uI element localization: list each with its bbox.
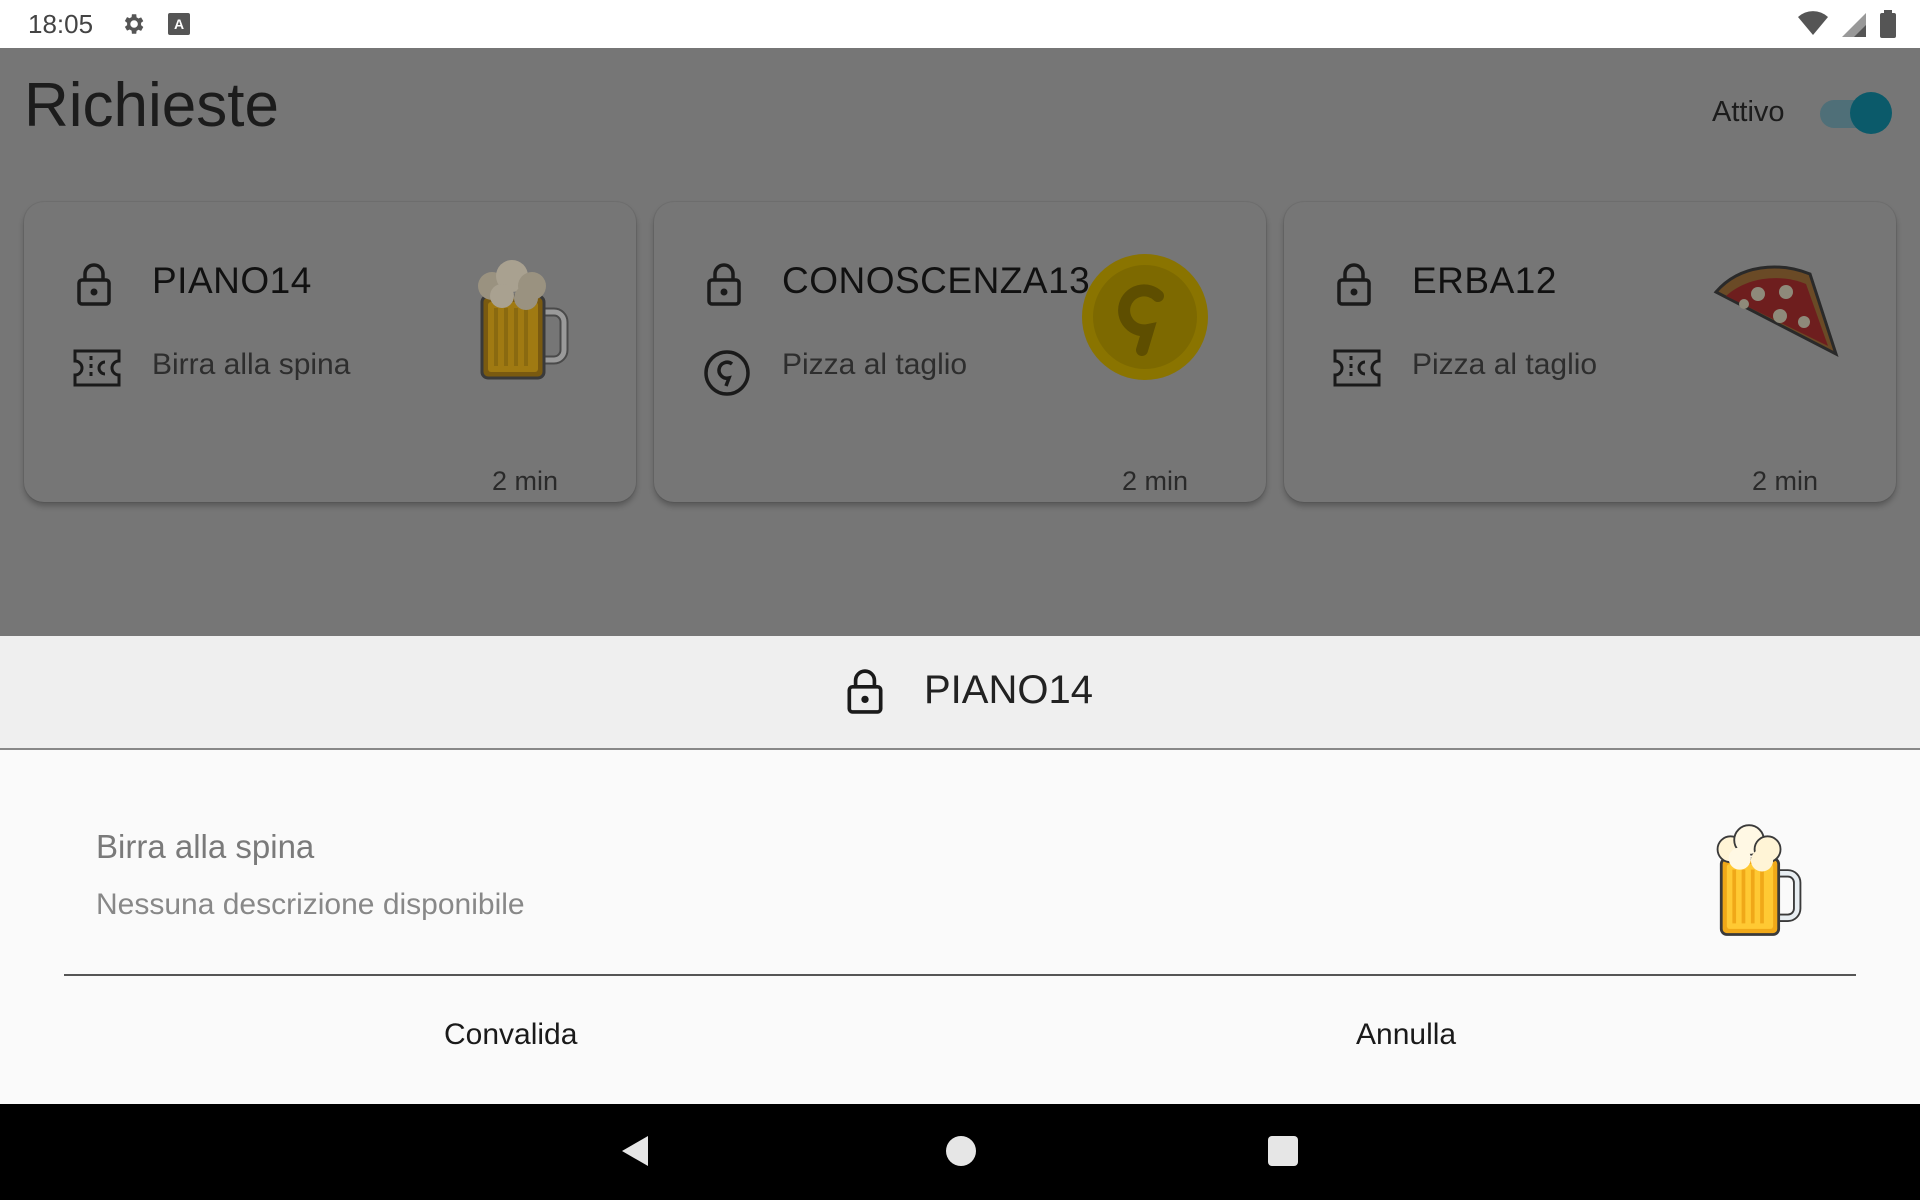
gold-coin-image xyxy=(1082,254,1208,380)
a-notification-icon: A xyxy=(168,13,190,35)
home-icon[interactable] xyxy=(946,1136,976,1166)
request-product: Pizza al taglio xyxy=(782,348,968,381)
signal-icon xyxy=(1842,13,1866,37)
beer-mug-image xyxy=(478,260,569,380)
request-time: 2 min xyxy=(1121,466,1188,496)
request-card[interactable]: PIANO14 Birra alla spina 2 min xyxy=(24,202,636,502)
ticket-icon xyxy=(1333,349,1381,387)
confirm-button[interactable]: Convalida xyxy=(424,1010,597,1060)
detail-sheet: Birra alla spina Nessuna descrizione dis… xyxy=(0,750,1920,1104)
ticket-icon xyxy=(73,349,121,387)
request-product: Pizza al taglio xyxy=(1412,348,1598,381)
lock-icon xyxy=(77,263,111,306)
status-bar: 18:05 A xyxy=(0,0,1920,48)
request-code: CONOSCENZA13 xyxy=(782,260,1091,301)
request-card[interactable]: ERBA12 Pizza al taglio 2 min xyxy=(1284,202,1896,502)
active-toggle-label: Attivo xyxy=(1712,96,1785,128)
page-title: Richieste xyxy=(24,71,279,140)
request-card[interactable]: CONOSCENZA13 Pizza al taglio 2 min xyxy=(654,202,1266,502)
system-nav-bar xyxy=(0,1104,1920,1200)
lock-icon xyxy=(707,263,741,306)
request-product: Birra alla spina xyxy=(152,348,351,381)
active-toggle-knob[interactable] xyxy=(1850,92,1892,134)
lock-icon xyxy=(847,669,883,714)
request-code: PIANO14 xyxy=(152,260,312,301)
settings-icon xyxy=(124,14,144,34)
detail-description: Nessuna descrizione disponibile xyxy=(96,888,525,921)
back-icon[interactable] xyxy=(620,1134,650,1168)
beer-mug-image xyxy=(1716,824,1802,936)
battery-icon xyxy=(1880,10,1896,38)
detail-code: PIANO14 xyxy=(924,668,1093,712)
request-code: ERBA12 xyxy=(1412,260,1557,301)
status-time: 18:05 xyxy=(28,9,94,39)
pizza-slice-image xyxy=(1713,265,1839,358)
request-time: 2 min xyxy=(1751,466,1818,496)
status-icons xyxy=(1798,10,1896,38)
coin-icon xyxy=(704,350,750,396)
wifi-icon xyxy=(1798,11,1828,35)
recents-icon[interactable] xyxy=(1268,1136,1298,1166)
cancel-button[interactable]: Annulla xyxy=(1336,1010,1476,1060)
lock-icon xyxy=(1337,263,1371,306)
divider xyxy=(64,974,1856,976)
detail-product-name: Birra alla spina xyxy=(96,828,315,865)
request-time: 2 min xyxy=(491,466,558,496)
detail-sheet-header: PIANO14 xyxy=(0,636,1920,750)
